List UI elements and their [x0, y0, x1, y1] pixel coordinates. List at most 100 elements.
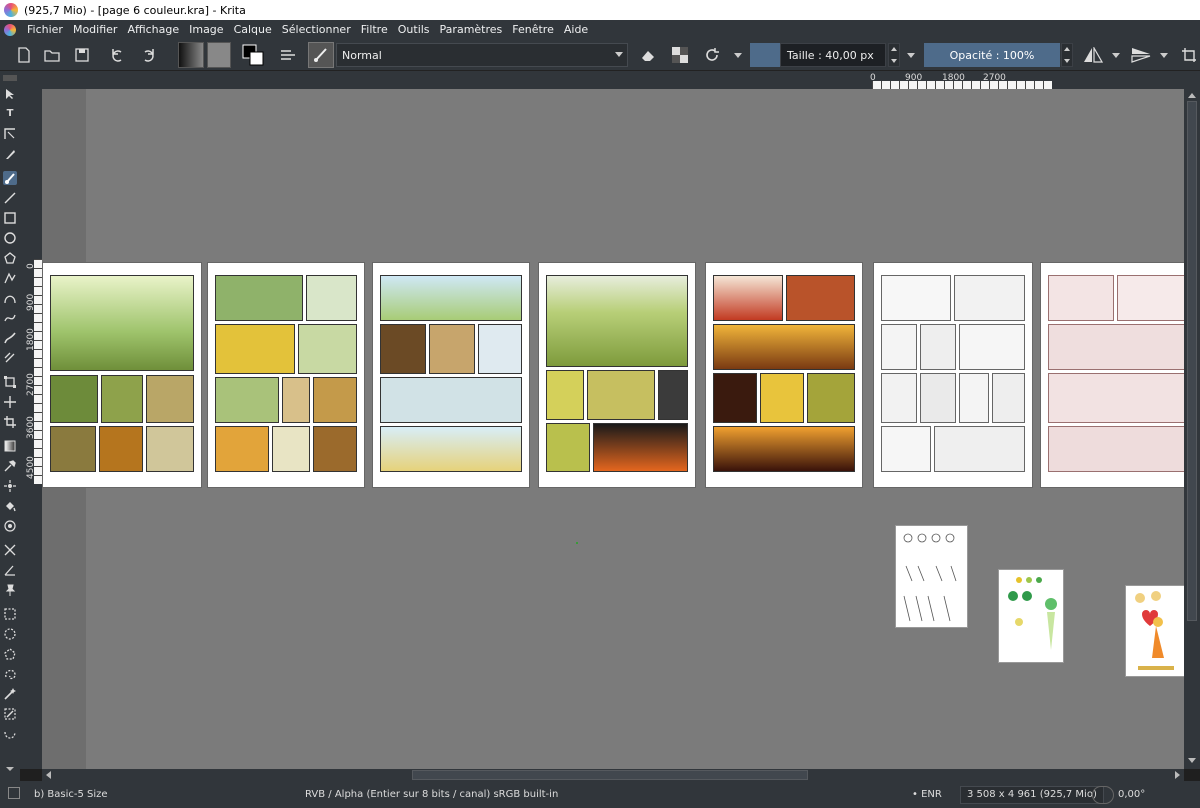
- character-card-thumbnail: [1125, 585, 1184, 677]
- undo-icon[interactable]: [106, 42, 130, 68]
- menu-selectionner[interactable]: Sélectionner: [277, 23, 356, 36]
- assistant-tool-icon[interactable]: [3, 519, 17, 533]
- mirror-h-chevron-icon[interactable]: [1112, 53, 1120, 58]
- freehand-path-tool-icon[interactable]: [3, 311, 17, 325]
- comic-page-5: [706, 263, 862, 487]
- brush-size-field[interactable]: Taille : 40,00 px: [780, 43, 886, 67]
- scroll-left-arrow-icon[interactable]: [46, 771, 51, 779]
- crop-tool-icon[interactable]: [3, 415, 17, 429]
- menu-filtre[interactable]: Filtre: [356, 23, 393, 36]
- ruler-left-label: 1800: [26, 328, 36, 351]
- polygon-select-tool-icon[interactable]: [3, 647, 17, 661]
- move-tool-icon[interactable]: [3, 395, 17, 409]
- bezier-curve-tool-icon[interactable]: [3, 291, 17, 305]
- ruler-top-label: 900: [905, 73, 923, 83]
- toolbox-handle[interactable]: [3, 75, 17, 81]
- alpha-lock-icon[interactable]: [668, 42, 692, 68]
- image-dimensions-status[interactable]: 3 508 x 4 961 (925,7 Mio): [960, 786, 1104, 804]
- mirror-horizontal-icon[interactable]: [1080, 42, 1106, 68]
- fill-tool-icon[interactable]: [3, 499, 17, 513]
- brush-preset-status: b) Basic-5 Size: [34, 789, 108, 800]
- krita-logo-icon: [4, 3, 18, 17]
- toolbox-expand-chevron-icon[interactable]: [3, 765, 17, 773]
- fg-bg-color-swap[interactable]: [240, 42, 266, 68]
- eraser-icon[interactable]: [636, 42, 660, 68]
- scroll-up-arrow-icon[interactable]: [1188, 93, 1196, 98]
- mirror-v-chevron-icon[interactable]: [1160, 53, 1168, 58]
- bezier-select-tool-icon[interactable]: [3, 727, 17, 741]
- window-title-bar: (925,7 Mio) - [page 6 couleur.kra] - Kri…: [0, 0, 1200, 20]
- color-sheet-thumbnail: [998, 569, 1064, 663]
- polyline-tool-icon[interactable]: [3, 271, 17, 285]
- horizontal-scrollbar[interactable]: [42, 769, 1184, 781]
- measure-tool-icon[interactable]: [3, 543, 17, 557]
- vertical-ruler: 0 900 1800 2700 3600 4500: [20, 89, 42, 769]
- blend-mode-value: Normal: [342, 48, 382, 62]
- window-title: (925,7 Mio) - [page 6 couleur.kra] - Kri…: [24, 3, 246, 17]
- redo-icon[interactable]: [136, 42, 160, 68]
- ellipse-tool-icon[interactable]: [3, 231, 17, 245]
- brush-settings-icon[interactable]: [276, 42, 300, 68]
- size-slider-fill[interactable]: [750, 43, 780, 67]
- horizontal-scroll-handle[interactable]: [412, 770, 808, 780]
- menu-calque[interactable]: Calque: [229, 23, 277, 36]
- scroll-down-arrow-icon[interactable]: [1188, 758, 1196, 763]
- vertical-scroll-handle[interactable]: [1187, 101, 1197, 621]
- menu-fichier[interactable]: Fichier: [22, 23, 68, 36]
- dynamic-brush-tool-icon[interactable]: [3, 331, 17, 345]
- menu-fenetre[interactable]: Fenêtre: [507, 23, 559, 36]
- pattern-selector[interactable]: [207, 42, 231, 68]
- rotation-dial-icon[interactable]: [1092, 786, 1114, 804]
- canvas-rotation-status[interactable]: 0,00°: [1118, 789, 1145, 800]
- size-options-chevron-icon[interactable]: [907, 53, 915, 58]
- freehand-select-tool-icon[interactable]: [3, 667, 17, 681]
- open-folder-icon[interactable]: [40, 42, 64, 68]
- comic-page-1: [43, 263, 201, 487]
- new-document-icon[interactable]: [12, 42, 36, 68]
- blend-mode-select[interactable]: Normal: [336, 43, 628, 67]
- color-space-status: RVB / Alpha (Entier sur 8 bits / canal) …: [305, 789, 559, 800]
- vertical-ruler-ticks: [34, 259, 42, 484]
- color-picker-tool-icon[interactable]: [3, 459, 17, 473]
- ellipse-select-tool-icon[interactable]: [3, 627, 17, 641]
- scroll-right-arrow-icon[interactable]: [1175, 771, 1180, 779]
- brush-size-spinner[interactable]: [888, 43, 900, 67]
- brush-preset-icon[interactable]: [308, 42, 334, 68]
- calligraphy-tool-icon[interactable]: [3, 147, 17, 161]
- menu-modifier[interactable]: Modifier: [68, 23, 122, 36]
- angle-tool-icon[interactable]: [3, 563, 17, 577]
- save-icon[interactable]: [70, 42, 94, 68]
- ruler-left-label: 0: [26, 263, 36, 269]
- freehand-brush-tool-icon[interactable]: [3, 171, 17, 185]
- smart-patch-tool-icon[interactable]: [3, 479, 17, 493]
- menu-image[interactable]: Image: [184, 23, 228, 36]
- menu-parametres[interactable]: Paramètres: [435, 23, 508, 36]
- line-tool-icon[interactable]: [3, 191, 17, 205]
- reload-options-chevron-icon[interactable]: [734, 53, 742, 58]
- menu-affichage[interactable]: Affichage: [122, 23, 184, 36]
- reload-preset-icon[interactable]: [700, 42, 724, 68]
- similar-color-select-tool-icon[interactable]: [3, 707, 17, 721]
- canvas[interactable]: [42, 89, 1184, 769]
- edit-shapes-tool-icon[interactable]: [3, 127, 17, 141]
- multibrush-tool-icon[interactable]: [3, 351, 17, 365]
- menu-aide[interactable]: Aide: [559, 23, 593, 36]
- select-shapes-tool-icon[interactable]: [3, 87, 17, 101]
- mirror-vertical-icon[interactable]: [1128, 42, 1154, 68]
- status-bar: b) Basic-5 Size RVB / Alpha (Entier sur …: [0, 781, 1200, 808]
- reference-pin-tool-icon[interactable]: [3, 583, 17, 597]
- transform-tool-icon[interactable]: [3, 375, 17, 389]
- rectangle-tool-icon[interactable]: [3, 211, 17, 225]
- polygon-tool-icon[interactable]: [3, 251, 17, 265]
- magic-wand-tool-icon[interactable]: [3, 687, 17, 701]
- rectangle-select-tool-icon[interactable]: [3, 607, 17, 621]
- text-tool-icon[interactable]: T: [3, 107, 17, 121]
- ruler-left-label: 4500: [26, 456, 36, 479]
- gradient-tool-icon[interactable]: [3, 439, 17, 453]
- vertical-scrollbar[interactable]: [1184, 71, 1200, 769]
- gradient-selector[interactable]: [178, 42, 204, 68]
- opacity-spinner[interactable]: [1061, 43, 1073, 67]
- opacity-field[interactable]: Opacité : 100%: [924, 43, 1060, 67]
- menu-outils[interactable]: Outils: [393, 23, 435, 36]
- wrap-around-icon[interactable]: [1178, 42, 1200, 68]
